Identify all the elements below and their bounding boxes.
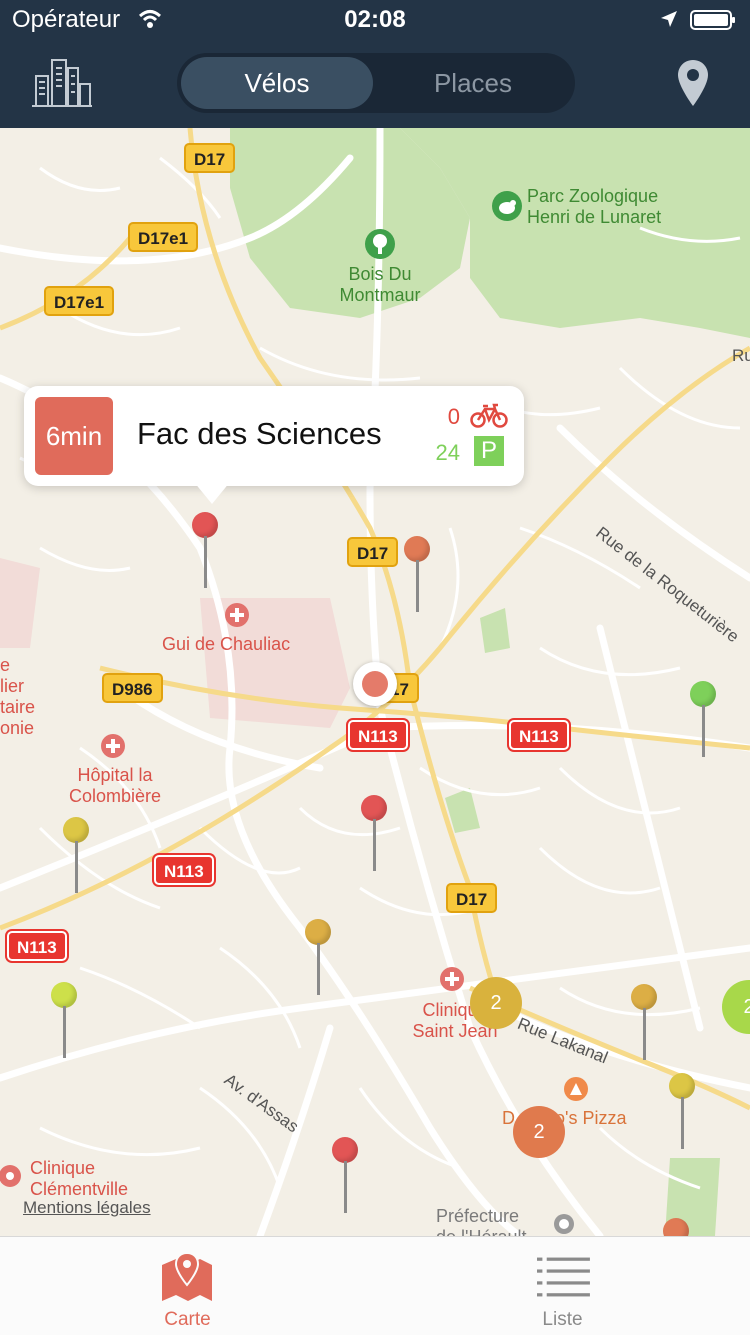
- station-cluster[interactable]: 2: [513, 1106, 565, 1158]
- poi-parc-zoologique[interactable]: Parc Zoologique Henri de Lunaret: [527, 186, 661, 228]
- poi-gui-de-chauliac[interactable]: Gui de Chauliac: [162, 634, 290, 655]
- status-bar: Opérateur 02:08: [0, 0, 750, 40]
- station-pin[interactable]: [303, 919, 333, 999]
- road-label-n113: N113: [348, 720, 408, 750]
- station-pin[interactable]: [661, 1218, 691, 1236]
- road-label-n113: N113: [509, 720, 569, 750]
- pizza-icon: [564, 1077, 588, 1101]
- station-pin[interactable]: [667, 1073, 697, 1153]
- city-icon[interactable]: [30, 54, 94, 110]
- station-pin[interactable]: [49, 982, 79, 1062]
- hospital-icon: [225, 603, 249, 627]
- road-label-d986: D986: [102, 673, 163, 703]
- callout-arrow: [194, 482, 230, 504]
- hospital-icon: [440, 967, 464, 991]
- station-pin[interactable]: [629, 984, 659, 1064]
- user-location-dot: [353, 662, 397, 706]
- list-icon: [537, 1257, 590, 1297]
- poi-clinique-clementville[interactable]: Clinique Clémentville: [30, 1158, 128, 1200]
- hospital-icon: [101, 734, 125, 758]
- poi-hopital-left[interactable]: e lier taire onie: [0, 655, 35, 739]
- station-pin[interactable]: [190, 512, 220, 592]
- station-pin[interactable]: [61, 817, 91, 897]
- segment-velos[interactable]: Vélos: [181, 57, 373, 109]
- road-label-d17e1: D17e1: [44, 286, 115, 316]
- map-view[interactable]: D17 D17e1 D17e1 D17 17 D986 N113 N113 N1…: [0, 128, 750, 1236]
- battery-icon: [690, 10, 735, 30]
- location-arrow-icon: [661, 11, 677, 27]
- tab-carte[interactable]: Carte: [0, 1237, 375, 1335]
- places-count: 24: [435, 440, 460, 465]
- segmented-control: Vélos Places: [177, 53, 575, 113]
- government-icon: [554, 1214, 574, 1234]
- zoo-icon: [492, 191, 522, 221]
- nav-row: Vélos Places: [0, 40, 750, 128]
- top-bar: Opérateur 02:08 Vélos Places: [0, 0, 750, 128]
- poi-prefecture[interactable]: Préfecture de l'Hérault: [436, 1206, 526, 1236]
- poi-bois-du-montmaur[interactable]: Bois Du Montmaur: [300, 264, 460, 306]
- status-time: 02:08: [344, 6, 406, 33]
- station-pin[interactable]: [330, 1137, 360, 1217]
- station-pin[interactable]: [402, 536, 432, 616]
- road-label-n113: N113: [7, 931, 67, 961]
- street-ru: Ru: [732, 346, 750, 365]
- legal-mentions-link[interactable]: Mentions légales: [23, 1198, 151, 1218]
- road-label-d17: D17: [347, 537, 399, 567]
- station-pin[interactable]: [688, 681, 718, 761]
- road-label-d17: D17: [184, 143, 236, 173]
- road-label-n113: N113: [154, 855, 214, 885]
- station-pin[interactable]: [359, 795, 389, 875]
- eta-badge: 6min: [35, 397, 113, 475]
- location-pin-icon[interactable]: [676, 58, 710, 108]
- poi-hopital-la-colombiere[interactable]: Hôpital la Colombière: [40, 765, 190, 807]
- park-tree-icon: [365, 229, 395, 259]
- station-name: Fac des Sciences: [137, 416, 382, 451]
- map-pin-icon: [162, 1251, 212, 1301]
- clinic-icon: [0, 1165, 21, 1187]
- parking-icon: P: [474, 436, 504, 466]
- station-callout[interactable]: 6min Fac des Sciences 0 24 P: [24, 386, 524, 504]
- segment-places[interactable]: Places: [377, 57, 569, 109]
- tab-liste[interactable]: Liste: [375, 1237, 750, 1335]
- road-label-d17: D17: [446, 883, 498, 913]
- station-cluster[interactable]: 2: [470, 977, 522, 1029]
- tab-liste-label: Liste: [542, 1309, 583, 1330]
- tab-bar: Carte Liste: [0, 1236, 750, 1335]
- tab-carte-label: Carte: [164, 1309, 211, 1330]
- bicycle-icon: [470, 403, 508, 428]
- road-label-d17e1: D17e1: [128, 222, 199, 252]
- bikes-count: 0: [447, 404, 460, 429]
